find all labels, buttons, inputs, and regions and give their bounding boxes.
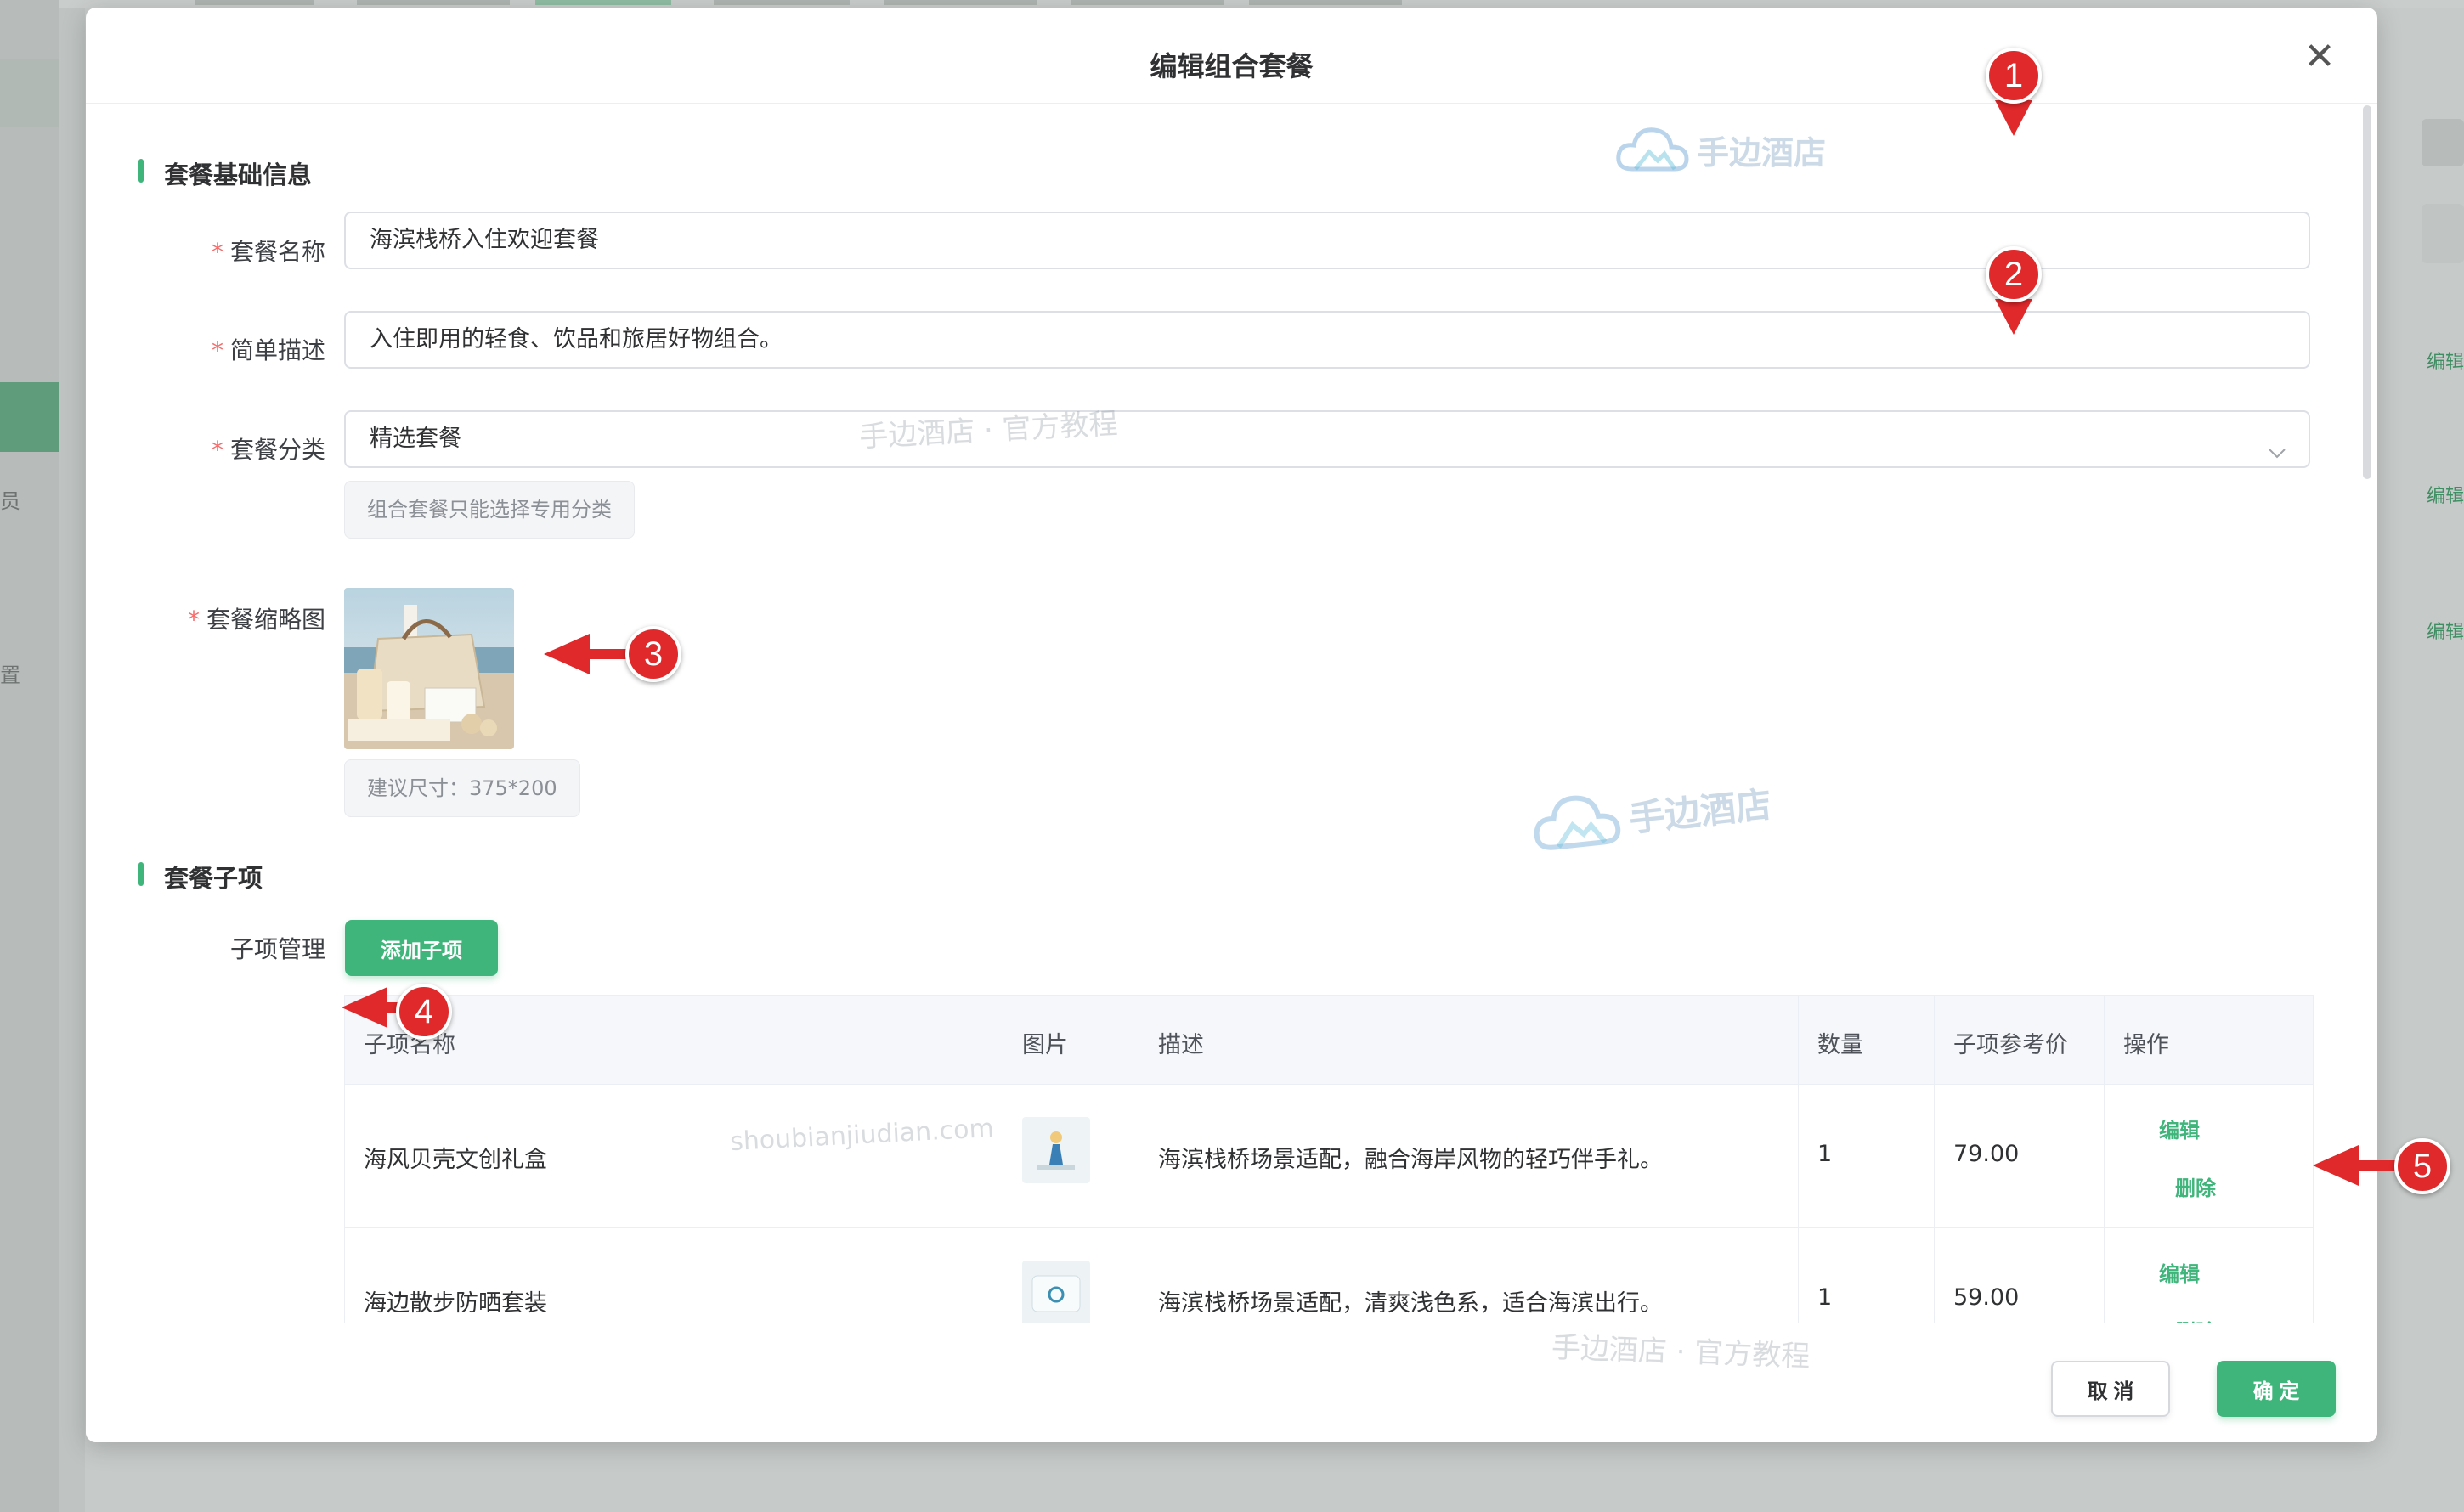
annotation-arrows bbox=[342, 100, 2405, 1186]
annotation-badge-1: 1 bbox=[1986, 48, 2042, 104]
arrow-2 bbox=[1995, 299, 2032, 335]
annotation-badge-3: 3 bbox=[625, 626, 681, 682]
arrow-1 bbox=[1995, 100, 2032, 136]
annotation-badge-5: 5 bbox=[2394, 1138, 2450, 1194]
annotation-badge-4: 4 bbox=[396, 984, 452, 1040]
arrow-3 bbox=[544, 634, 590, 674]
arrow-4 bbox=[342, 987, 387, 1028]
arrow-5 bbox=[2313, 1145, 2359, 1186]
annotation-badge-2: 2 bbox=[1986, 246, 2042, 302]
